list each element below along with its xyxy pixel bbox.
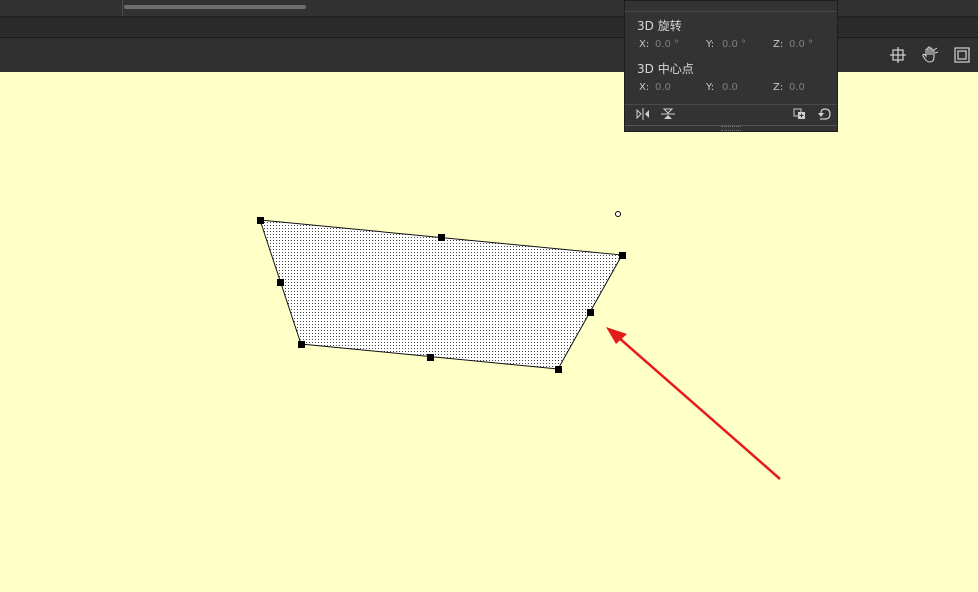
center-stage-icon[interactable] <box>887 44 909 66</box>
panel-resize-grip[interactable] <box>721 126 741 131</box>
rotation-x-label: X: <box>639 39 650 50</box>
center-x-value[interactable]: 0.0 <box>655 82 671 93</box>
transform-handle-right-mid[interactable] <box>587 309 594 316</box>
annotation-arrow-line <box>617 336 781 480</box>
flip-horizontal-icon[interactable] <box>635 107 651 121</box>
stage-canvas[interactable] <box>0 72 978 592</box>
transform-handle-left-mid[interactable] <box>277 279 284 286</box>
flip-vertical-icon[interactable] <box>660 107 676 121</box>
center-z-value[interactable]: 0.0 <box>789 82 805 93</box>
panel-header-divider <box>625 11 837 12</box>
distorted-shape[interactable] <box>259 219 623 370</box>
transform-3d-panel: 3D 旋转 X: 0.0 ° Y: 0.0 ° Z: 0.0 ° 3D 中心点 … <box>624 0 838 132</box>
rotation-x-value[interactable]: 0.0 ° <box>655 39 679 50</box>
hand-tool-icon[interactable] <box>919 44 941 66</box>
rotation-3d-row: X: 0.0 ° Y: 0.0 ° Z: 0.0 ° <box>625 39 837 53</box>
transform-handle-top-left[interactable] <box>257 217 264 224</box>
stage-drawing <box>257 211 781 480</box>
transform-handle-bottom-mid[interactable] <box>427 354 434 361</box>
clip-stage-icon[interactable] <box>951 44 973 66</box>
rotation-z-value[interactable]: 0.0 ° <box>789 39 813 50</box>
center-y-label: Y: <box>706 82 715 93</box>
rotation-z-label: Z: <box>773 39 784 50</box>
reset-icon[interactable] <box>817 107 833 121</box>
transform-handle-top-mid[interactable] <box>438 234 445 241</box>
center-z-label: Z: <box>773 82 784 93</box>
center-x-label: X: <box>639 82 650 93</box>
timeline-scrollbar[interactable] <box>124 5 306 9</box>
duplicate-icon[interactable] <box>792 107 808 121</box>
transform-handle-bottom-left[interactable] <box>298 341 305 348</box>
transform-point[interactable] <box>615 211 621 217</box>
rotation-3d-title: 3D 旋转 <box>637 19 682 33</box>
center-y-value[interactable]: 0.0 <box>722 82 738 93</box>
transform-handle-bottom-right[interactable] <box>555 366 562 373</box>
transform-handle-top-right[interactable] <box>619 252 626 259</box>
center-point-3d-title: 3D 中心点 <box>637 62 694 76</box>
timeline-divider <box>122 0 123 16</box>
rotation-y-value[interactable]: 0.0 ° <box>722 39 746 50</box>
center-point-3d-row: X: 0.0 Y: 0.0 Z: 0.0 <box>625 82 837 96</box>
rotation-y-label: Y: <box>706 39 715 50</box>
panel-footer-divider <box>625 104 837 105</box>
